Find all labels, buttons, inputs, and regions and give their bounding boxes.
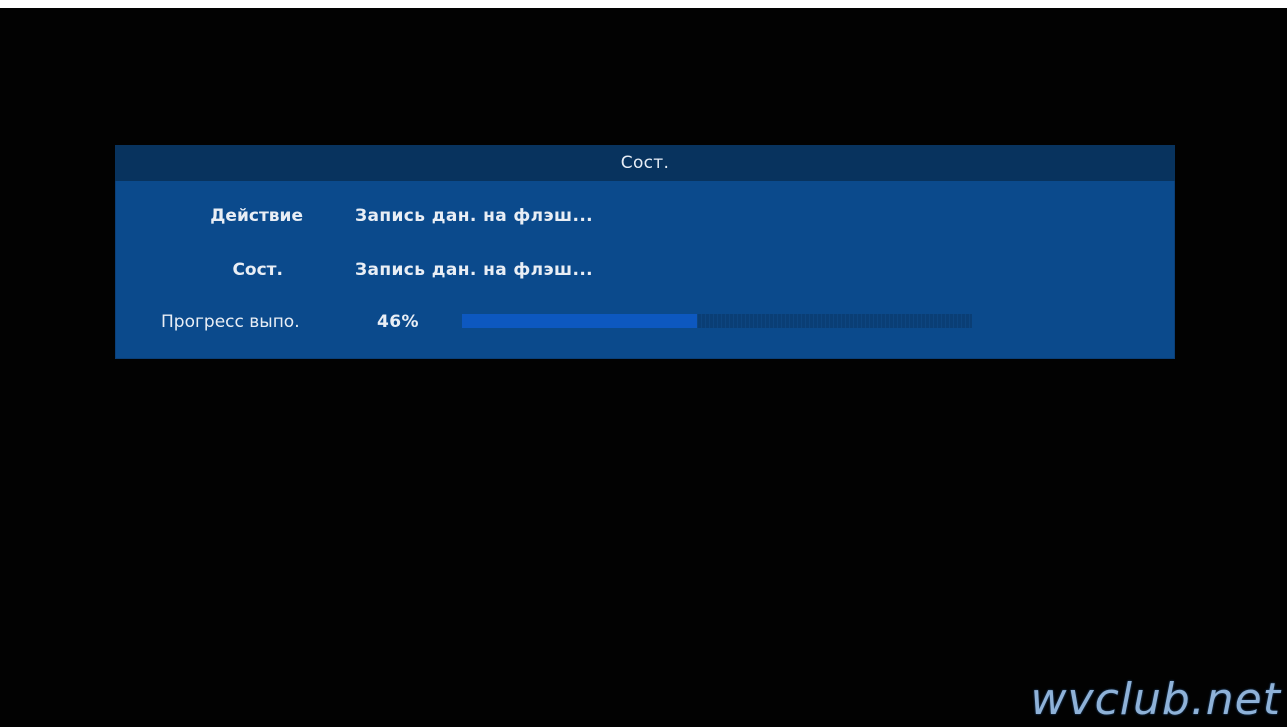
top-border [0,0,1287,8]
state-label: Сост. [232,260,283,280]
watermark-logo: wvclub.net [1030,674,1281,725]
status-dialog: Сост. Действие Запись дан. на флэш... Со… [115,145,1175,359]
progress-bar [462,314,972,328]
action-value: Запись дан. на флэш... [355,206,594,226]
progress-bar-fill [462,314,697,328]
progress-percent: 46% [377,312,419,332]
action-row: Действие Запись дан. на флэш... [115,201,1175,231]
action-label: Действие [210,206,303,226]
dialog-title: Сост. [115,145,1175,181]
screen: Сост. Действие Запись дан. на флэш... Со… [0,0,1287,727]
state-row: Сост. Запись дан. на флэш... [115,255,1175,285]
state-value: Запись дан. на флэш... [355,260,594,280]
progress-label: Прогресс выпо. [161,312,300,332]
